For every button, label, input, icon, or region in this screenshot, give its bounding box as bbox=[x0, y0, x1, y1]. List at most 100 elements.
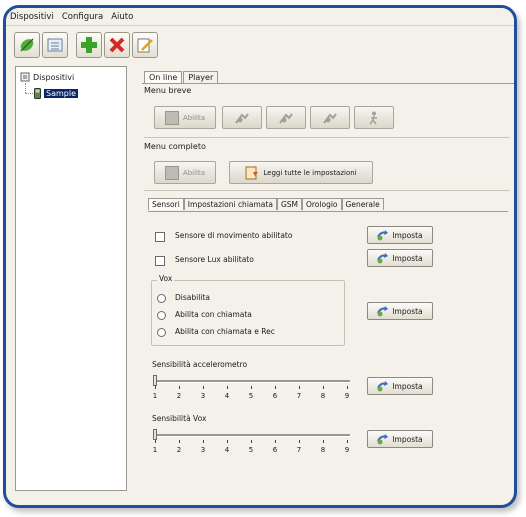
lux-label: Sensore Lux abilitato bbox=[175, 255, 254, 264]
accelerometro-label: Sensibilità accelerometro bbox=[152, 360, 248, 369]
accelerometro-slider-thumb[interactable] bbox=[153, 375, 157, 386]
phone-device-icon bbox=[34, 88, 41, 99]
tick-label: 1 bbox=[152, 446, 158, 454]
imposta-label: Imposta bbox=[392, 230, 423, 240]
settings-gear-icon bbox=[323, 112, 337, 124]
tick-label: 9 bbox=[344, 392, 350, 400]
abilita-label: Abilita bbox=[182, 168, 206, 177]
movimento-label: Sensore di movimento abilitato bbox=[175, 231, 293, 240]
settings-gear-icon bbox=[279, 112, 293, 124]
edit-icon bbox=[137, 38, 153, 53]
tab-generale[interactable]: Generale bbox=[341, 198, 384, 210]
imposta-lux-button[interactable]: Imposta bbox=[367, 249, 433, 267]
settings-gear-icon bbox=[235, 112, 249, 124]
delete-button[interactable] bbox=[104, 32, 130, 58]
add-button[interactable] bbox=[76, 32, 102, 58]
tick-label: 8 bbox=[320, 392, 326, 400]
movimento-checkbox[interactable] bbox=[155, 232, 165, 242]
disabled-phone-icon bbox=[164, 165, 179, 180]
tree-item-label: Sample bbox=[44, 89, 78, 98]
tree-item-sample[interactable]: Sample bbox=[34, 88, 78, 99]
tab-sensori[interactable]: Sensori bbox=[148, 198, 184, 210]
imposta-icon bbox=[377, 229, 389, 240]
vox-sensibilita-label: Sensibilità Vox bbox=[152, 414, 207, 423]
device-tree: Dispositivi Sample bbox=[15, 66, 127, 491]
tab-player[interactable]: Player bbox=[183, 71, 219, 83]
vox-abilita-chiamata-label: Abilita con chiamata bbox=[175, 310, 252, 319]
menu-dispositivi[interactable]: Dispositivi bbox=[10, 12, 54, 22]
menu-bar: Dispositivi Configura Aiuto bbox=[6, 8, 514, 26]
tab-impostazioni-chiamata[interactable]: Impostazioni chiamata bbox=[183, 198, 277, 210]
imposta-vox-sensibilita-button[interactable]: Imposta bbox=[367, 430, 433, 448]
tick-label: 2 bbox=[176, 446, 182, 454]
tick-label: 9 bbox=[344, 446, 350, 454]
leggi-label: Leggi tutte le impostazioni bbox=[263, 168, 357, 177]
list-button[interactable] bbox=[42, 32, 68, 58]
vox-slider-thumb[interactable] bbox=[153, 429, 157, 440]
toolbar bbox=[14, 28, 510, 62]
menu-completo-label: Menu completo bbox=[144, 142, 206, 151]
tick-label: 4 bbox=[224, 392, 230, 400]
person-walking-icon bbox=[369, 111, 377, 124]
connect-icon bbox=[20, 38, 34, 52]
config-tabs: Sensori Impostazioni chiamata GSM Orolog… bbox=[148, 198, 384, 210]
online-panel: Menu breve Abilita Menu completo Abilita… bbox=[142, 83, 514, 504]
menu-breve-abilita-button[interactable]: Abilita bbox=[154, 106, 216, 129]
imposta-icon bbox=[377, 433, 389, 444]
tree-root[interactable]: Dispositivi bbox=[20, 72, 74, 82]
tree-root-label: Dispositivi bbox=[33, 72, 75, 82]
tab-orologio[interactable]: Orologio bbox=[301, 198, 342, 210]
vox-abilita-chiamata-radio[interactable] bbox=[157, 311, 166, 320]
connect-button[interactable] bbox=[14, 32, 40, 58]
imposta-icon bbox=[377, 380, 389, 391]
add-icon bbox=[81, 37, 97, 53]
tick-label: 6 bbox=[272, 392, 278, 400]
devices-icon bbox=[20, 72, 30, 82]
imposta-icon bbox=[377, 305, 389, 316]
vox-disabilita-radio[interactable] bbox=[157, 294, 166, 303]
tab-online[interactable]: On line bbox=[144, 71, 183, 83]
vox-abilita-rec-radio[interactable] bbox=[157, 328, 166, 337]
tick-label: 5 bbox=[248, 446, 254, 454]
vox-abilita-rec-label: Abilita con chiamata e Rec bbox=[175, 327, 275, 336]
tick-label: 6 bbox=[272, 446, 278, 454]
tick-label: 7 bbox=[296, 446, 302, 454]
menu-breve-button-5[interactable] bbox=[354, 106, 394, 129]
main-panel: On line Player Menu breve Abilita Menu c… bbox=[132, 66, 514, 505]
imposta-accelerometro-button[interactable]: Imposta bbox=[367, 377, 433, 395]
leggi-impostazioni-button[interactable]: Leggi tutte le impostazioni bbox=[229, 161, 373, 184]
tick-label: 3 bbox=[200, 392, 206, 400]
menu-breve-button-2[interactable] bbox=[222, 106, 262, 129]
imposta-icon bbox=[377, 252, 389, 263]
delete-icon bbox=[109, 37, 125, 53]
menu-configura[interactable]: Configura bbox=[62, 12, 103, 22]
menu-breve-button-4[interactable] bbox=[310, 106, 350, 129]
disabled-phone-icon bbox=[164, 110, 179, 125]
main-tabs: On line Player bbox=[144, 71, 219, 83]
app-window: Dispositivi Configura Aiuto Dispositivi … bbox=[3, 5, 517, 508]
imposta-label: Imposta bbox=[392, 381, 423, 391]
tick-label: 2 bbox=[176, 392, 182, 400]
tick-label: 7 bbox=[296, 392, 302, 400]
tick-label: 5 bbox=[248, 392, 254, 400]
vox-disabilita-label: Disabilita bbox=[175, 293, 210, 302]
imposta-label: Imposta bbox=[392, 434, 423, 444]
menu-completo-abilita-button[interactable]: Abilita bbox=[154, 161, 216, 184]
tick-label: 3 bbox=[200, 446, 206, 454]
abilita-label: Abilita bbox=[182, 113, 206, 122]
vox-group-title: Vox bbox=[157, 274, 175, 283]
menu-aiuto[interactable]: Aiuto bbox=[111, 12, 133, 22]
imposta-vox-button[interactable]: Imposta bbox=[367, 302, 433, 320]
read-settings-icon bbox=[245, 166, 259, 179]
lux-checkbox[interactable] bbox=[155, 256, 165, 266]
edit-button[interactable] bbox=[132, 32, 158, 58]
imposta-movimento-button[interactable]: Imposta bbox=[367, 226, 433, 244]
tick-label: 1 bbox=[152, 392, 158, 400]
tick-label: 8 bbox=[320, 446, 326, 454]
tick-label: 4 bbox=[224, 446, 230, 454]
imposta-label: Imposta bbox=[392, 253, 423, 263]
menu-breve-button-3[interactable] bbox=[266, 106, 306, 129]
list-icon bbox=[47, 38, 63, 52]
tab-gsm[interactable]: GSM bbox=[276, 198, 302, 210]
menu-breve-label: Menu breve bbox=[144, 86, 192, 95]
